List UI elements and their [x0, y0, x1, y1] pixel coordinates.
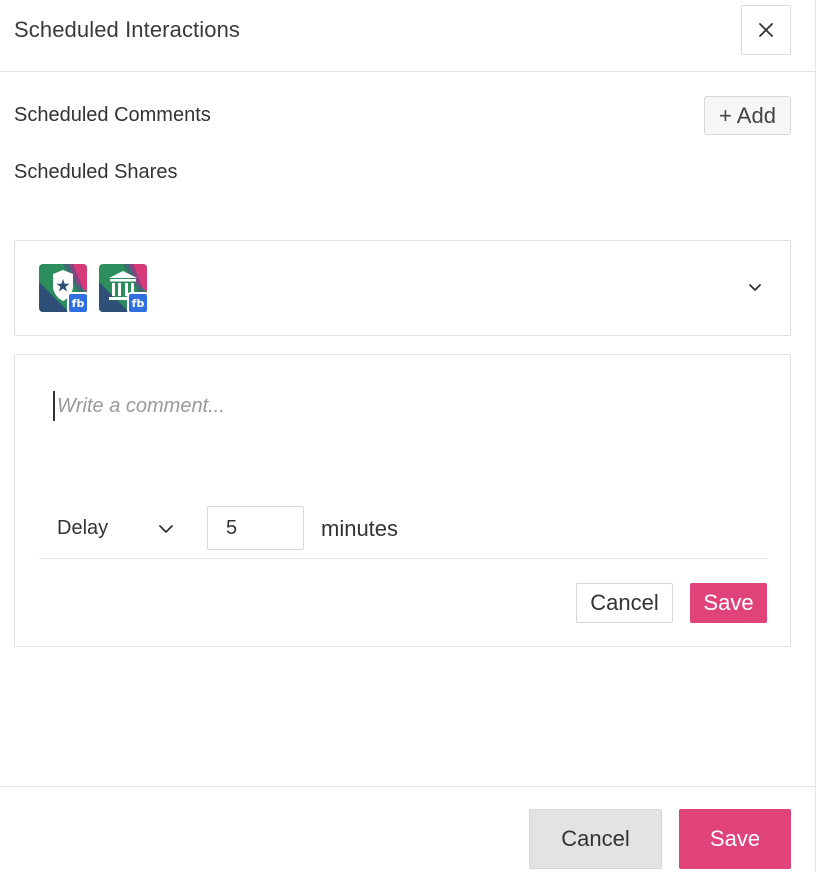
- comment-cancel-button[interactable]: Cancel: [576, 583, 673, 623]
- delay-minutes-input[interactable]: [207, 506, 304, 550]
- close-button[interactable]: [741, 5, 791, 55]
- save-button[interactable]: Save: [679, 809, 791, 869]
- delay-select[interactable]: Delay: [53, 506, 187, 550]
- comment-save-button[interactable]: Save: [690, 583, 767, 623]
- divider: [39, 558, 767, 559]
- account-avatar[interactable]: fb: [99, 264, 149, 314]
- minutes-label: minutes: [321, 516, 399, 541]
- scheduled-shares-label: Scheduled Shares: [14, 161, 178, 183]
- facebook-badge-icon: fb: [127, 292, 149, 314]
- chevron-down-icon: [159, 525, 173, 533]
- modal-footer: Cancel Save: [0, 786, 815, 872]
- close-icon: [759, 23, 773, 37]
- add-comment-button[interactable]: + Add: [704, 96, 791, 135]
- account-avatar[interactable]: fb: [39, 264, 89, 314]
- account-selector[interactable]: fb fb: [14, 240, 791, 336]
- modal-title: Scheduled Interactions: [14, 17, 241, 42]
- chevron-down-icon[interactable]: [747, 279, 763, 295]
- facebook-badge-icon: fb: [67, 292, 89, 314]
- scheduled-comments-label: Scheduled Comments: [14, 104, 211, 126]
- cancel-button[interactable]: Cancel: [529, 809, 662, 869]
- comment-composer: Delay minutes Cancel Save: [14, 354, 791, 647]
- modal-header: Scheduled Interactions: [0, 0, 815, 72]
- delay-select-value: Delay: [57, 516, 109, 539]
- comment-input[interactable]: [53, 391, 753, 421]
- scheduled-interactions-modal: Scheduled Interactions Scheduled Comment…: [0, 0, 816, 872]
